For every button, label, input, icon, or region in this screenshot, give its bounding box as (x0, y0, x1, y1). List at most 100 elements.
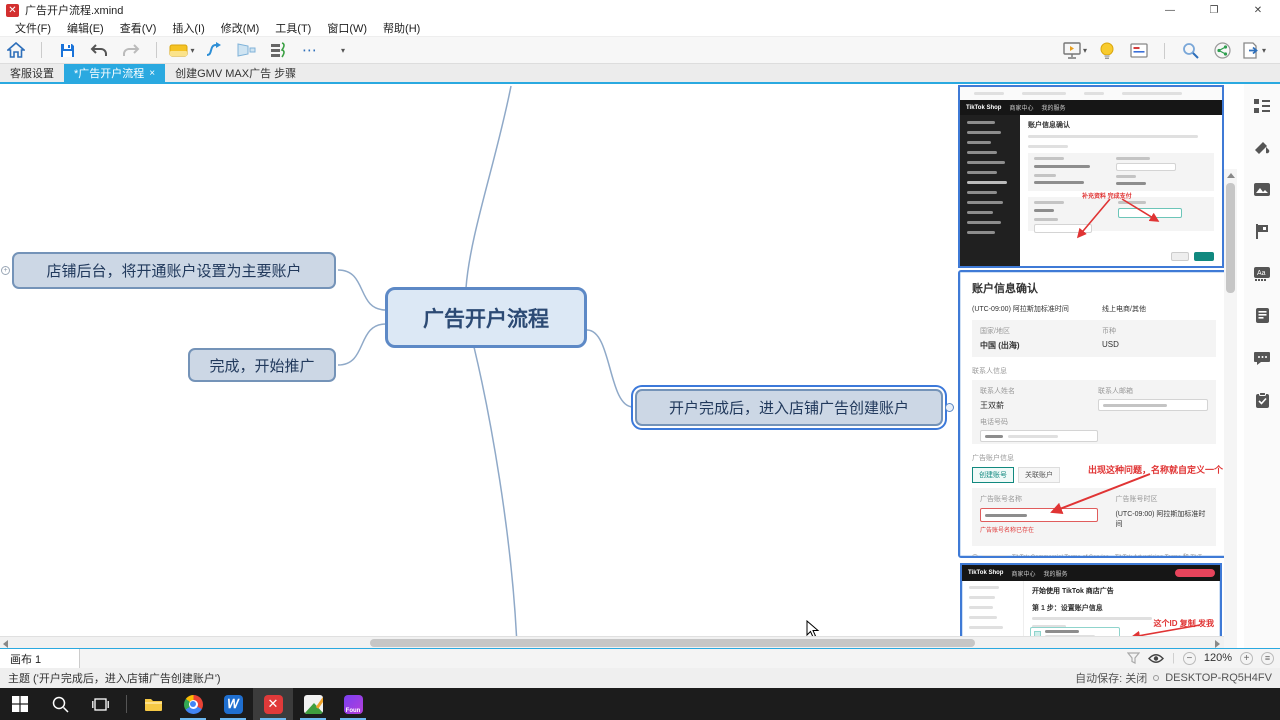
collapse-handle-icon[interactable]: + (1, 266, 10, 275)
cancel-button-mini[interactable] (1171, 252, 1189, 261)
tab-close-icon[interactable]: × (149, 68, 155, 79)
xmind-taskbar-button[interactable]: ✕ (253, 688, 293, 720)
sheet-bar: 画布 1 (0, 648, 1280, 668)
photo-editor-button[interactable] (293, 688, 333, 720)
presentation-button[interactable]: ▾ (1062, 39, 1088, 63)
menu-file[interactable]: 文件(F) (8, 19, 58, 37)
menu-help[interactable]: 帮助(H) (376, 19, 427, 37)
phone-field[interactable] (980, 430, 1098, 442)
fit-map-button[interactable]: ≡ (1261, 652, 1274, 665)
foun-app-button[interactable]: Foun (333, 688, 373, 720)
sheet-caret-icon: ▾ (190, 46, 194, 55)
comment-icon[interactable] (1253, 350, 1271, 366)
topic-shop-backend[interactable]: 店铺后台，将开通账户设置为主要账户 (12, 252, 336, 289)
seller-center-nav: 商家中心 (1009, 103, 1033, 112)
my-services-nav-2: 我的服务 (1043, 569, 1067, 578)
my-services-nav: 我的服务 (1041, 103, 1065, 112)
idea-bulb-button[interactable] (1094, 39, 1120, 63)
notes-button[interactable] (1126, 39, 1152, 63)
style-brush-icon[interactable] (1253, 140, 1271, 156)
attached-image-middle[interactable]: 账户信息确认 (UTC-09:00) 阿拉斯加标准时间 线上电商/其他 国家/地… (958, 270, 1230, 558)
contact-email-field[interactable] (1098, 399, 1208, 411)
confirm-button-mini[interactable] (1194, 252, 1214, 261)
vertical-scrollbar-thumb[interactable] (1226, 183, 1235, 293)
tiktok-shop-logo: TikTok Shop (966, 105, 1001, 111)
sheet-tab-canvas1[interactable]: 画布 1 (0, 649, 80, 668)
terms-checkbox[interactable] (972, 554, 978, 559)
share-button[interactable] (1209, 39, 1235, 63)
zoom-in-button[interactable]: + (1240, 652, 1253, 665)
maximize-button[interactable]: ❐ (1192, 0, 1236, 20)
document-tabbar: 客服设置 *广告开户流程× 创建GMV MAX广告 步骤 (0, 64, 1280, 84)
vertical-scrollbar[interactable] (1224, 169, 1237, 648)
sync-dot-icon (1153, 675, 1159, 681)
ad-name-error: 广告账号名称已存在 (980, 525, 1116, 534)
search-button[interactable] (1177, 39, 1203, 63)
menu-view[interactable]: 查看(V) (113, 19, 164, 37)
central-topic[interactable]: 广告开户流程 (385, 287, 587, 348)
tab-guanggao-kaihu-liucheng[interactable]: *广告开户流程× (64, 64, 165, 82)
topic-finish-promote[interactable]: 完成，开始推广 (188, 348, 336, 382)
save-button[interactable] (54, 38, 80, 62)
contact-name-value: 王双薪 (980, 400, 1098, 411)
relationship-button[interactable] (201, 38, 227, 62)
topic-handle-icon[interactable] (945, 403, 954, 412)
structure-icon[interactable] (1253, 98, 1271, 114)
export-button[interactable]: ▾ (1241, 39, 1267, 63)
sheet-button[interactable]: ▾ (169, 38, 195, 62)
country-value: 中国 (出海) (980, 340, 1102, 351)
tab-kefu-shezhi[interactable]: 客服设置 (0, 64, 64, 82)
undo-button[interactable] (86, 38, 112, 62)
more-tools-button[interactable]: ⋯ (297, 38, 323, 62)
start-button[interactable] (0, 688, 40, 720)
minimize-button[interactable]: — (1148, 0, 1192, 20)
image-icon[interactable] (1253, 182, 1271, 197)
more-caret-icon[interactable]: ▾ (329, 38, 355, 62)
attached-image-top[interactable]: TikTok Shop 商家中心 我的服务 账户信息确认 (958, 85, 1224, 268)
close-button[interactable]: ✕ (1236, 0, 1280, 20)
xmind-app-icon: ✕ (6, 4, 19, 17)
home-button[interactable] (3, 38, 29, 62)
chrome-button[interactable] (173, 688, 213, 720)
redo-button[interactable] (118, 38, 144, 62)
tab-chuangjian-gmv-max[interactable]: 创建GMV MAX广告 步骤 (165, 64, 306, 82)
phone-label: 电话号码 (980, 417, 1208, 427)
filter-icon[interactable] (1127, 652, 1140, 664)
scroll-right-icon[interactable] (1215, 640, 1220, 648)
menu-tools[interactable]: 工具(T) (268, 19, 318, 37)
autosave-status[interactable]: 自动保存: 关闭 (1075, 670, 1147, 686)
task-clipboard-icon[interactable] (1255, 392, 1270, 409)
summary-button[interactable] (233, 38, 259, 62)
scroll-up-icon[interactable] (1227, 173, 1235, 178)
marker-flag-icon[interactable] (1254, 223, 1270, 240)
menu-edit[interactable]: 编辑(E) (60, 19, 111, 37)
horizontal-scrollbar[interactable] (0, 636, 1224, 648)
create-account-tab[interactable]: 创建账号 (972, 467, 1014, 483)
attached-image-bottom[interactable]: TikTok Shop 商家中心 我的服务 开始使用 TikTok 商店广告 第… (960, 563, 1222, 645)
file-explorer-button[interactable] (133, 688, 173, 720)
foun-label: Foun (346, 708, 361, 714)
menu-insert[interactable]: 插入(I) (165, 19, 211, 37)
outline-button[interactable] (265, 38, 291, 62)
mindmap-canvas[interactable]: 店铺后台，将开通账户设置为主要账户 + 完成，开始推广 广告开户流程 开户完成后… (0, 84, 1280, 648)
selection-status: 主题 ('开户完成后，进入店铺广告创建账户') (8, 670, 221, 686)
task-view-button[interactable] (80, 688, 120, 720)
note-doc-icon[interactable] (1255, 307, 1270, 324)
topic-open-account-done[interactable]: 开户完成后，进入店铺广告创建账户 (635, 389, 943, 426)
red-arrows-top (1030, 195, 1220, 255)
header-red-button (1175, 569, 1215, 577)
central-topic-label: 广告开户流程 (423, 303, 549, 333)
scroll-left-icon[interactable] (3, 640, 8, 648)
modal-title: 账户信息确认 (1028, 120, 1214, 130)
blue-swirl-app-button[interactable]: 𝘞 (213, 688, 253, 720)
seller-center-nav-2: 商家中心 (1011, 569, 1035, 578)
menu-modify[interactable]: 修改(M) (214, 19, 267, 37)
zoom-level[interactable]: 120% (1204, 652, 1232, 664)
step1-title: 第 1 步：设置账户信息 (1032, 603, 1212, 613)
pitch-eye-icon[interactable] (1148, 653, 1164, 664)
menu-window[interactable]: 窗口(W) (320, 19, 374, 37)
taskbar-search-button[interactable] (40, 688, 80, 720)
sticker-label-icon[interactable]: Aa (1253, 266, 1271, 281)
zoom-out-button[interactable]: − (1183, 652, 1196, 665)
horizontal-scrollbar-thumb[interactable] (370, 639, 975, 647)
